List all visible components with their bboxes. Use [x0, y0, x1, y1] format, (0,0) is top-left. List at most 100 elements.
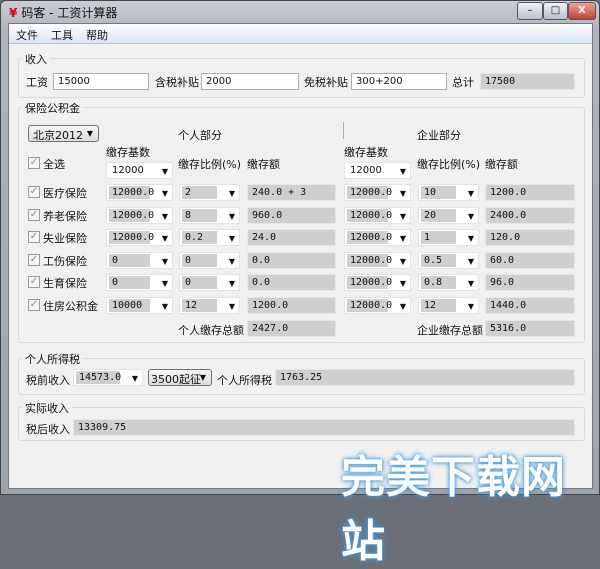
chevron-down-icon: ▼ — [228, 211, 235, 221]
insurance-type-label: 失业保险 — [43, 232, 87, 246]
personal-base-select[interactable]: 12000.0 ▼ — [106, 184, 173, 201]
company-ratio-select-value: 10 — [421, 186, 456, 199]
row-checkbox[interactable]: ✓ — [28, 299, 40, 311]
personal-ratio-select[interactable]: 0 ▼ — [179, 251, 240, 269]
company-amount-value: 96.0 — [485, 274, 575, 292]
personal-base-select[interactable]: 12000.0 ▼ — [106, 206, 173, 224]
company-base-select[interactable]: 12000.0 ▼ — [344, 274, 411, 292]
personal-base-select-value: 0 — [109, 253, 150, 267]
company-ratio-select[interactable]: 10 ▼ — [418, 184, 479, 201]
company-ratio-header: 缴存比例(%) — [417, 158, 481, 171]
company-amount-header: 缴存额 — [485, 158, 518, 171]
company-base-select[interactable]: 12000.0 ▼ — [344, 229, 411, 247]
exempt-allowance-input[interactable]: 300+200 — [351, 73, 447, 90]
personal-ratio-select[interactable]: 2 ▼ — [179, 184, 240, 201]
threshold-select[interactable]: 3500起征 ▼ — [148, 369, 212, 386]
personal-amount-value: 1200.0 — [247, 297, 336, 314]
pretax-select[interactable]: 14573.0 ▼ — [73, 369, 143, 386]
chevron-down-icon: ▼ — [86, 129, 93, 138]
menu-tools[interactable]: 工具 — [51, 27, 73, 43]
company-ratio-select[interactable]: 0.8 ▼ — [418, 274, 479, 292]
close-button[interactable]: X — [568, 2, 596, 20]
insurance-type-label: 生育保险 — [43, 277, 87, 291]
personal-section-title: 个人部分 — [178, 129, 222, 142]
company-base-select-value: 12000.0 — [347, 186, 392, 199]
income-tax-label: 个人所得税 — [217, 374, 272, 387]
personal-ratio-select-value: 0.2 — [182, 231, 217, 245]
personal-base-value: 12000 — [109, 164, 150, 177]
personal-ratio-select-value: 12 — [182, 299, 217, 312]
row-checkbox[interactable]: ✓ — [28, 231, 40, 244]
insurance-type-label: 工伤保险 — [43, 254, 87, 268]
salary-input[interactable]: 15000 — [53, 73, 149, 90]
row-checkbox[interactable]: ✓ — [28, 208, 40, 221]
section-divider — [343, 122, 344, 139]
chevron-down-icon: ▼ — [161, 256, 168, 266]
personal-ratio-select[interactable]: 8 ▼ — [179, 206, 240, 224]
pretax-value: 14573.0 — [76, 371, 121, 384]
title-bar: ¥ 码客 - 工资计算器 — [9, 4, 117, 21]
chevron-down-icon: ▼ — [467, 256, 474, 266]
chevron-down-icon: ▼ — [399, 302, 406, 311]
company-base-select[interactable]: 12000.0 ▼ — [344, 184, 411, 201]
tax-group-title: 个人所得税 — [22, 351, 83, 367]
company-base-select[interactable]: 12000.0 ▼ — [344, 251, 411, 269]
personal-base-select[interactable]: 10000 ▼ — [106, 297, 173, 314]
company-ratio-select[interactable]: 0.5 ▼ — [418, 251, 479, 269]
region-select[interactable]: 北京2012 ▼ — [28, 125, 99, 142]
company-base-select[interactable]: 12000.0 ▼ — [344, 297, 411, 314]
company-base-header: 缴存基数 — [344, 146, 388, 159]
personal-amount-value: 24.0 — [247, 229, 336, 247]
select-all-label: 全选 — [43, 158, 65, 171]
personal-amount-value: 960.0 — [247, 206, 336, 224]
chevron-down-icon: ▼ — [467, 234, 474, 244]
personal-base-select-value: 0 — [109, 276, 150, 290]
income-tax-value: 1763.25 — [275, 369, 575, 386]
company-amount-value: 2400.0 — [485, 206, 575, 224]
company-base-select[interactable]: 12000.0 ▼ — [344, 206, 411, 224]
company-total-value: 5316.0 — [485, 320, 575, 337]
company-amount-value: 1440.0 — [485, 297, 575, 314]
company-ratio-select[interactable]: 12 ▼ — [418, 297, 479, 314]
personal-base-select[interactable]: 0 ▼ — [106, 251, 173, 269]
chevron-down-icon: ▼ — [467, 302, 474, 311]
exempt-allowance-label: 免税补贴 — [304, 76, 348, 89]
row-checkbox[interactable]: ✓ — [28, 253, 40, 266]
personal-ratio-header: 缴存比例(%) — [178, 158, 242, 171]
personal-base-select[interactable]: 12000.0 ▼ — [106, 229, 173, 247]
company-base-select[interactable]: 12000 ▼ — [344, 162, 411, 179]
personal-ratio-select[interactable]: 0 ▼ — [179, 274, 240, 292]
chevron-down-icon: ▼ — [228, 189, 235, 198]
region-value: 北京2012 — [33, 129, 83, 142]
chevron-down-icon: ▼ — [161, 279, 168, 289]
personal-ratio-select-value: 2 — [182, 186, 217, 199]
company-amount-value: 1200.0 — [485, 184, 575, 201]
company-ratio-select-value: 0.5 — [421, 253, 456, 267]
menu-file[interactable]: 文件 — [16, 27, 38, 43]
maximize-button[interactable]: □ — [543, 2, 568, 20]
total-label: 总计 — [452, 76, 474, 89]
personal-ratio-select[interactable]: 12 ▼ — [179, 297, 240, 314]
personal-base-select[interactable]: 0 ▼ — [106, 274, 173, 292]
personal-amount-header: 缴存额 — [247, 158, 280, 171]
chevron-down-icon: ▼ — [131, 374, 138, 383]
personal-amount-value: 0.0 — [247, 251, 336, 269]
personal-base-select[interactable]: 12000 ▼ — [106, 162, 173, 179]
select-all-checkbox[interactable]: ✓ — [28, 157, 40, 169]
row-checkbox[interactable]: ✓ — [28, 276, 40, 289]
personal-ratio-select[interactable]: 0.2 ▼ — [179, 229, 240, 247]
row-checkbox[interactable]: ✓ — [28, 186, 40, 198]
taxable-allowance-input[interactable]: 2000 — [201, 73, 299, 90]
personal-total-value: 2427.0 — [247, 320, 336, 337]
chevron-down-icon: ▼ — [228, 302, 235, 311]
company-ratio-select[interactable]: 20 ▼ — [418, 206, 479, 224]
app-logo-icon: ¥ — [9, 6, 18, 20]
company-ratio-select[interactable]: 1 ▼ — [418, 229, 479, 247]
company-ratio-select-value: 12 — [421, 299, 456, 312]
company-base-select-value: 12000.0 — [347, 299, 392, 312]
menu-bar: 文件 工具 帮助 — [9, 24, 592, 44]
company-ratio-select-value: 20 — [421, 208, 456, 222]
menu-help[interactable]: 帮助 — [86, 27, 108, 43]
minimize-button[interactable]: – — [517, 2, 543, 20]
chevron-down-icon: ▼ — [161, 234, 168, 244]
